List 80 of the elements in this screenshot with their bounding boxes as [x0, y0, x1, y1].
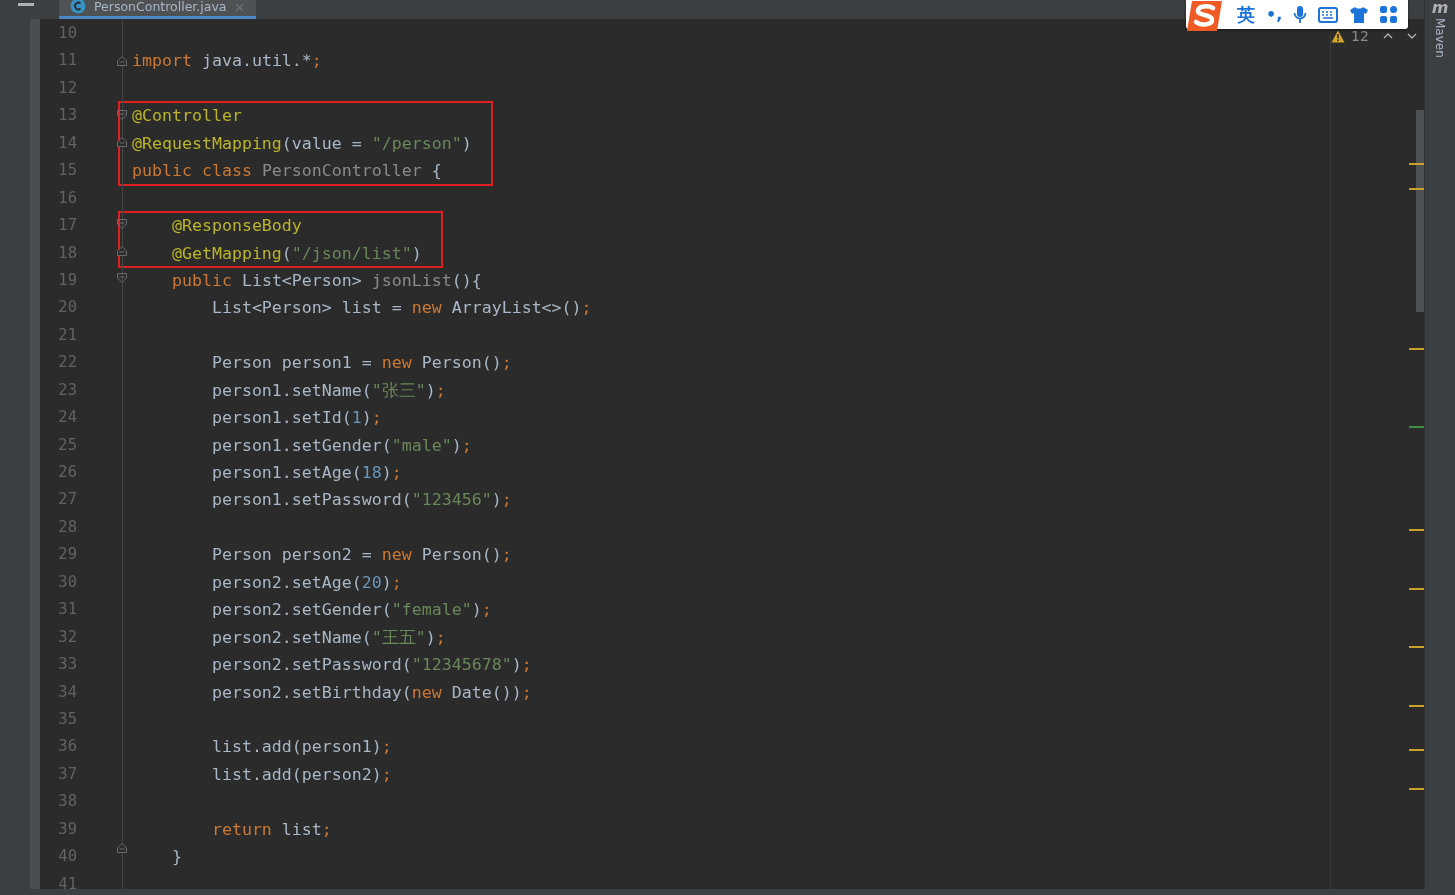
line-number: 10 [57, 23, 77, 44]
code-line: @Controller [132, 106, 242, 126]
close-icon[interactable] [234, 2, 244, 12]
line-number: 24 [57, 407, 77, 429]
line-number: 23 [57, 379, 77, 401]
fold-end-icon[interactable] [116, 842, 128, 855]
line-number: 28 [57, 516, 77, 538]
code-line: return list; [210, 819, 332, 839]
line-number: 11 [57, 50, 77, 72]
scrollbar-thumb[interactable] [1416, 110, 1424, 312]
shirt-icon[interactable] [1349, 5, 1370, 24]
code-line: person2.setBirthday(new Date()); [210, 682, 532, 702]
line-number: 22 [57, 352, 77, 374]
microphone-icon[interactable] [1293, 4, 1308, 25]
fold-icon[interactable] [116, 109, 128, 122]
maven-tool-button[interactable]: m Maven [1425, 0, 1455, 58]
keyboard-icon[interactable] [1318, 6, 1339, 23]
fold-end-icon[interactable] [116, 136, 128, 149]
warning-count[interactable]: 12 [1351, 28, 1369, 44]
code-line: person2.setPassword("12345678"); [210, 655, 532, 675]
code-line: } [170, 847, 182, 867]
code-line: list.add(person2); [210, 764, 392, 784]
line-number: 41 [57, 873, 77, 889]
line-number: 32 [57, 626, 77, 648]
code-line: person2.setAge(20); [210, 572, 402, 592]
line-number: 37 [57, 763, 77, 785]
code-line: person1.setGender("male"); [210, 435, 472, 455]
line-number: 13 [57, 105, 77, 127]
scrollbar[interactable] [30, 19, 40, 889]
menu-icon[interactable] [18, 3, 34, 7]
ime-punctuation[interactable]: •, [1266, 5, 1283, 24]
line-number: 33 [57, 654, 77, 676]
line-number: 34 [57, 681, 77, 703]
fold-end-icon[interactable] [116, 244, 128, 257]
code-line: person2.setName("王五"); [210, 627, 446, 647]
line-number: 27 [57, 489, 77, 511]
code-line: person1.setId(1); [210, 408, 382, 428]
code-line: person1.setPassword("123456"); [210, 490, 512, 510]
code-line: @RequestMapping(value = "/person") [132, 133, 472, 153]
line-number: 38 [57, 791, 77, 813]
code-line: import java.util.*; [132, 51, 322, 71]
line-number: 12 [57, 77, 77, 99]
class-file-icon [70, 0, 86, 14]
grid-icon[interactable] [1380, 6, 1398, 23]
chevron-up-icon[interactable] [1382, 33, 1393, 39]
code-line: person1.setName("张三"); [210, 380, 446, 400]
file-tab[interactable]: PersonController.java [59, 0, 256, 19]
line-number: 26 [57, 462, 77, 483]
fold-icon[interactable] [116, 272, 128, 284]
ime-language[interactable]: 英 [1237, 2, 1255, 27]
code-line: List<Person> list = new ArrayList<>(); [210, 298, 592, 318]
line-number: 20 [57, 297, 77, 319]
line-number: 15 [57, 160, 77, 182]
code-line: Person person1 = new Person(); [210, 353, 512, 373]
warning-icon [1331, 29, 1345, 43]
code-line: person2.setGender("female"); [210, 600, 492, 620]
line-number: 31 [57, 599, 77, 621]
chevron-down-icon[interactable] [1406, 33, 1417, 39]
code-line: public class PersonController { [132, 161, 442, 181]
fold-icon[interactable] [116, 217, 128, 230]
code-line: public List<Person> jsonList(){ [170, 270, 482, 290]
code-line: Person person2 = new Person(); [210, 545, 512, 565]
line-number: 19 [57, 269, 77, 291]
line-number: 17 [57, 215, 77, 237]
code-line: list.add(person1); [210, 737, 392, 757]
line-number: 16 [57, 187, 77, 209]
line-number: 30 [57, 571, 77, 593]
code-line: @GetMapping("/json/list") [170, 243, 422, 263]
line-number: 25 [57, 434, 77, 456]
code-line: @ResponseBody [170, 216, 302, 236]
line-number: 29 [57, 544, 77, 566]
line-number: 36 [57, 736, 77, 758]
line-number: 18 [57, 242, 77, 264]
code-line: person1.setAge(18); [210, 463, 402, 482]
fold-end-icon[interactable] [116, 54, 128, 67]
line-number: 39 [57, 818, 77, 840]
line-number: 14 [57, 132, 77, 154]
line-number: 35 [57, 708, 77, 730]
line-number: 21 [57, 324, 77, 346]
line-number: 40 [57, 846, 77, 868]
